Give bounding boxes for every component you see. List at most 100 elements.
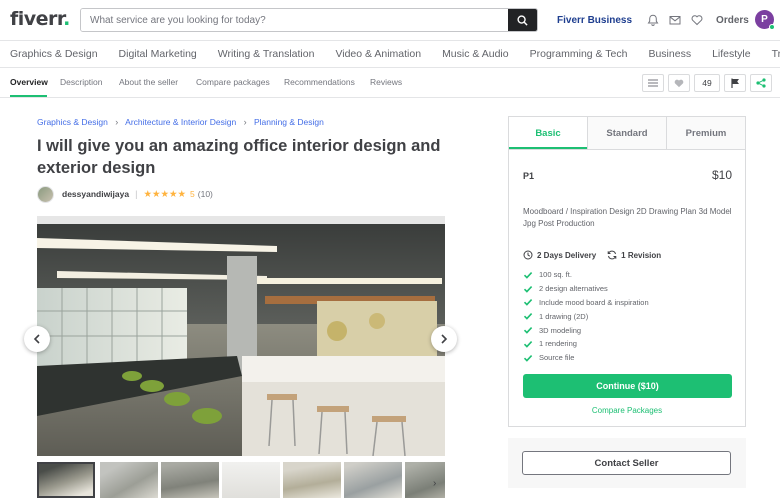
package-name: P1 bbox=[523, 171, 535, 181]
chevron-right-icon bbox=[441, 334, 448, 344]
envelope-icon[interactable] bbox=[668, 13, 682, 27]
breadcrumb-item[interactable]: Architecture & Interior Design bbox=[125, 117, 236, 127]
category-item[interactable]: Trending bbox=[772, 48, 780, 60]
gig-gallery[interactable] bbox=[37, 216, 445, 456]
thumbnail[interactable] bbox=[283, 462, 341, 498]
tab-compare-packages[interactable]: Compare packages bbox=[196, 77, 270, 87]
online-indicator bbox=[769, 24, 775, 30]
revision-count: 1 Revision bbox=[621, 250, 662, 260]
package-tab-basic[interactable]: Basic bbox=[509, 117, 587, 149]
category-item[interactable]: Writing & Translation bbox=[218, 48, 315, 60]
feature-label: 2 design alternatives bbox=[539, 284, 608, 294]
top-header: fiverr. Fiverr Business Orders P bbox=[0, 0, 780, 40]
check-icon bbox=[523, 285, 533, 293]
thumbnail[interactable] bbox=[405, 462, 445, 498]
feature-label: 100 sq. ft. bbox=[539, 270, 572, 280]
star-rating-icon: ★★★★★ bbox=[143, 188, 187, 200]
package-tab-standard[interactable]: Standard bbox=[587, 117, 666, 149]
clock-icon bbox=[523, 250, 533, 260]
chevron-right-icon: › bbox=[243, 117, 247, 127]
seller-avatar[interactable] bbox=[37, 185, 54, 203]
feature-item: Include mood board & inspiration bbox=[523, 296, 649, 310]
seller-name[interactable]: dessyandiwijaya bbox=[62, 189, 129, 199]
package-meta: 2 Days Delivery 1 Revision bbox=[523, 250, 672, 260]
breadcrumb-item[interactable]: Graphics & Design bbox=[37, 117, 108, 127]
check-icon bbox=[523, 354, 533, 362]
category-item[interactable]: Digital Marketing bbox=[119, 48, 197, 60]
active-tab-underline bbox=[10, 95, 47, 97]
package-tabs: Basic Standard Premium bbox=[509, 117, 745, 150]
feature-item: 1 drawing (2D) bbox=[523, 309, 649, 323]
search-button[interactable] bbox=[508, 9, 537, 31]
category-item[interactable]: Music & Audio bbox=[442, 48, 509, 60]
feature-label: 1 rendering bbox=[539, 339, 577, 349]
flag-icon bbox=[730, 78, 739, 88]
feature-label: 3D modeling bbox=[539, 325, 582, 335]
category-item[interactable]: Graphics & Design bbox=[10, 48, 98, 60]
bell-icon[interactable] bbox=[646, 13, 660, 27]
thumbnail[interactable] bbox=[37, 462, 95, 498]
category-item[interactable]: Business bbox=[648, 48, 691, 60]
tab-about-seller[interactable]: About the seller bbox=[119, 77, 178, 87]
gallery-prev-button[interactable] bbox=[24, 326, 50, 352]
feature-item: 1 rendering bbox=[523, 337, 649, 351]
heart-icon bbox=[674, 79, 684, 87]
check-icon bbox=[523, 340, 533, 348]
thumbnail[interactable] bbox=[161, 462, 219, 498]
user-avatar[interactable]: P bbox=[755, 10, 775, 30]
chevron-right-icon: › bbox=[115, 117, 119, 127]
revision-info: 1 Revision bbox=[607, 250, 661, 260]
feature-item: 3D modeling bbox=[523, 323, 649, 337]
category-item[interactable]: Programming & Tech bbox=[530, 48, 628, 60]
favorite-button[interactable] bbox=[668, 74, 690, 92]
tab-description[interactable]: Description bbox=[60, 77, 103, 87]
gallery-next-button[interactable] bbox=[431, 326, 457, 352]
seller-overview: dessyandiwijaya | ★★★★★ 5 (10) bbox=[37, 185, 213, 203]
search-icon bbox=[517, 14, 528, 26]
thumbnail-strip bbox=[37, 462, 445, 498]
review-count[interactable]: (10) bbox=[198, 189, 213, 199]
refresh-icon bbox=[607, 250, 617, 260]
category-item[interactable]: Video & Animation bbox=[335, 48, 421, 60]
delivery-info: 2 Days Delivery bbox=[523, 250, 596, 260]
divider: | bbox=[135, 189, 138, 199]
menu-icon bbox=[648, 79, 658, 87]
package-tab-premium[interactable]: Premium bbox=[666, 117, 745, 149]
feature-label: Source file bbox=[539, 353, 575, 363]
tab-reviews[interactable]: Reviews bbox=[370, 77, 402, 87]
compare-packages-link[interactable]: Compare Packages bbox=[509, 406, 745, 415]
thumbnail-next-icon[interactable]: › bbox=[433, 478, 436, 489]
report-button[interactable] bbox=[724, 74, 746, 92]
share-icon bbox=[756, 78, 766, 88]
menu-button[interactable] bbox=[642, 74, 664, 92]
feature-item: Source file bbox=[523, 351, 649, 365]
package-description: Moodboard / Inspiration Design 2D Drawin… bbox=[523, 207, 732, 228]
header-nav: Fiverr Business Orders bbox=[557, 13, 749, 27]
share-button[interactable] bbox=[750, 74, 772, 92]
breadcrumb-item[interactable]: Planning & Design bbox=[254, 117, 324, 127]
thumbnail[interactable] bbox=[222, 462, 280, 498]
search-input[interactable] bbox=[81, 9, 508, 31]
thumbnail[interactable] bbox=[100, 462, 158, 498]
heart-icon[interactable] bbox=[690, 13, 704, 27]
favorite-count-label: 49 bbox=[702, 78, 712, 88]
category-item[interactable]: Lifestyle bbox=[712, 48, 751, 60]
avatar-letter: P bbox=[761, 14, 768, 25]
feature-list: 100 sq. ft. 2 design alternatives Includ… bbox=[523, 268, 649, 365]
office-interior-image bbox=[37, 216, 445, 456]
package-price: $10 bbox=[711, 168, 732, 182]
fiverr-logo[interactable]: fiverr. bbox=[10, 8, 70, 30]
rating-value: 5 bbox=[190, 189, 195, 199]
thumbnail[interactable] bbox=[344, 462, 402, 498]
feature-item: 100 sq. ft. bbox=[523, 268, 649, 282]
orders-link[interactable]: Orders bbox=[716, 15, 749, 26]
feature-item: 2 design alternatives bbox=[523, 282, 649, 296]
delivery-time: 2 Days Delivery bbox=[537, 250, 597, 260]
contact-seller-button[interactable]: Contact Seller bbox=[522, 451, 731, 475]
package-card: Basic Standard Premium P1 $10 Moodboard … bbox=[508, 116, 746, 427]
continue-button[interactable]: Continue ($10) bbox=[523, 374, 732, 398]
tab-recommendations[interactable]: Recommendations bbox=[284, 77, 355, 87]
fiverr-business-link[interactable]: Fiverr Business bbox=[557, 15, 632, 26]
tab-overview[interactable]: Overview bbox=[10, 77, 48, 87]
check-icon bbox=[523, 313, 533, 321]
